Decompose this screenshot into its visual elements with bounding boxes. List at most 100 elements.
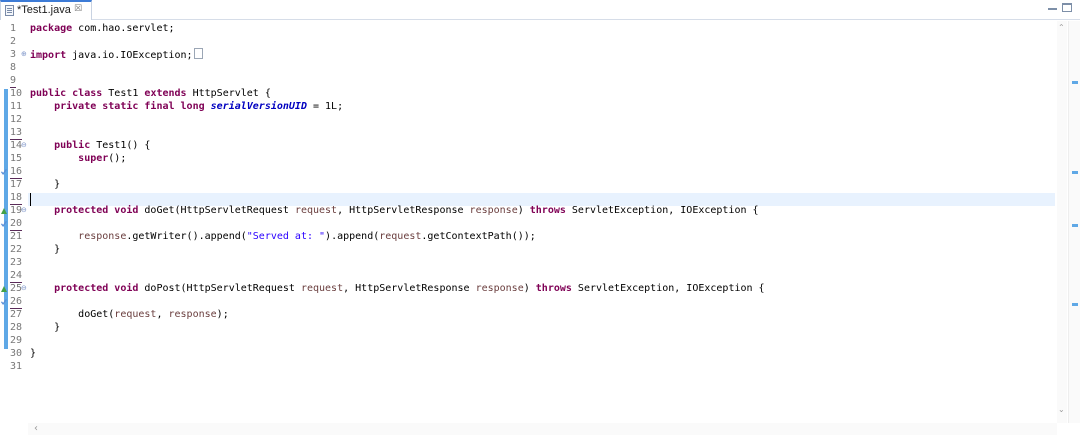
code-line: protected void doGet(HttpServletRequest … bbox=[30, 204, 759, 217]
code-line: import java.io.IOException; bbox=[30, 48, 203, 62]
overview-annotation[interactable] bbox=[1072, 303, 1078, 306]
keyword: private static final long bbox=[54, 101, 205, 112]
line-number: 17 bbox=[10, 179, 23, 190]
code-text: HttpServlet { bbox=[186, 88, 271, 99]
code-text: doPost(HttpServletRequest bbox=[138, 283, 301, 294]
code-line: protected void doPost(HttpServletRequest… bbox=[30, 282, 765, 295]
line-number: 2 bbox=[10, 36, 17, 47]
code-text: , bbox=[156, 309, 169, 320]
line-number: 16 bbox=[10, 166, 23, 179]
collapsed-imports-icon[interactable] bbox=[193, 48, 203, 59]
close-icon[interactable]: ☒ bbox=[74, 4, 82, 14]
code-line: } bbox=[30, 322, 61, 333]
scroll-left-icon[interactable]: ‹ bbox=[34, 423, 38, 434]
code-editor[interactable]: 1 2 3 ⊕ 8 9 10 11 12 13 14 ⊖ 15 16 17 18… bbox=[0, 21, 1067, 423]
line-number: 3 bbox=[10, 49, 17, 60]
minimize-button[interactable] bbox=[1047, 3, 1059, 13]
code-text: Test1 bbox=[102, 88, 145, 99]
line-number: 18 bbox=[10, 192, 23, 205]
keyword: package bbox=[30, 23, 73, 34]
code-line: doGet(request, response); bbox=[30, 308, 229, 321]
code-text: , HttpServletResponse bbox=[343, 283, 476, 294]
keyword: public bbox=[54, 140, 91, 151]
line-number: 8 bbox=[10, 62, 17, 73]
code-line: private static final long serialVersionU… bbox=[30, 100, 343, 113]
code-text: ) bbox=[523, 283, 536, 294]
fold-collapse-icon[interactable]: ⊖ bbox=[21, 206, 27, 214]
line-number: 15 bbox=[10, 153, 23, 164]
parameter: response bbox=[168, 309, 217, 320]
line-number: 24 bbox=[10, 270, 23, 283]
code-line: } bbox=[30, 348, 37, 359]
static-field: serialVersionUID bbox=[210, 101, 307, 112]
fold-collapse-icon[interactable]: ⊖ bbox=[21, 141, 27, 149]
parameter: request bbox=[379, 231, 422, 242]
editor-tab-bar: *Test1.java ☒ bbox=[0, 0, 1080, 20]
keyword: public bbox=[30, 88, 67, 99]
code-text: ).append( bbox=[325, 231, 380, 242]
overview-annotation[interactable] bbox=[1072, 224, 1078, 227]
code-line: public class Test1 extends HttpServlet { bbox=[30, 87, 271, 100]
overview-ruler[interactable] bbox=[1068, 21, 1080, 423]
code-line: } bbox=[30, 244, 61, 255]
code-text: ) bbox=[517, 205, 530, 216]
code-text: ServletException, IOException { bbox=[565, 205, 759, 216]
keyword: super bbox=[78, 153, 109, 164]
code-text: , HttpServletResponse bbox=[337, 205, 470, 216]
line-number-ruler[interactable]: 1 2 3 ⊕ 8 9 10 11 12 13 14 ⊖ 15 16 17 18… bbox=[0, 21, 28, 423]
tab-test1-java[interactable]: *Test1.java ☒ bbox=[0, 0, 92, 20]
parameter: request bbox=[294, 205, 338, 216]
line-number: 11 bbox=[10, 101, 23, 112]
horizontal-scrollbar[interactable]: ‹ bbox=[28, 423, 1057, 435]
line-number: 22 bbox=[10, 244, 23, 255]
line-number: 26 bbox=[10, 296, 23, 309]
parameter: response bbox=[469, 205, 518, 216]
code-line: public Test1() { bbox=[30, 139, 150, 152]
maximize-button[interactable] bbox=[1062, 3, 1072, 12]
code-text: .getWriter().append( bbox=[126, 231, 247, 242]
code-line: response.getWriter().append("Served at: … bbox=[30, 230, 536, 243]
line-number: 31 bbox=[10, 361, 23, 372]
code-text: doGet(HttpServletRequest bbox=[138, 205, 295, 216]
line-number: 20 bbox=[10, 218, 23, 231]
overview-annotation[interactable] bbox=[1072, 81, 1078, 84]
fold-expand-icon[interactable]: ⊕ bbox=[21, 50, 27, 58]
line-number: 13 bbox=[10, 127, 23, 140]
vertical-scrollbar[interactable]: ⌃ ⌄ bbox=[1057, 21, 1067, 423]
line-number: 29 bbox=[10, 335, 23, 346]
code-text: ServletException, IOException { bbox=[571, 283, 765, 294]
code-text: doGet( bbox=[78, 309, 115, 320]
keyword: throws bbox=[535, 283, 572, 294]
code-text: ); bbox=[216, 309, 229, 320]
tab-label: *Test1.java bbox=[17, 4, 71, 16]
code-text: java.io.IOException; bbox=[66, 50, 193, 61]
parameter: request bbox=[300, 283, 344, 294]
fold-collapse-icon[interactable]: ⊖ bbox=[21, 284, 27, 292]
line-number: 21 bbox=[10, 231, 23, 242]
code-text: (); bbox=[108, 153, 127, 164]
line-number: 1 bbox=[10, 23, 17, 34]
keyword: class bbox=[72, 88, 103, 99]
line-number: 23 bbox=[10, 257, 23, 268]
scroll-down-icon[interactable]: ⌄ bbox=[1058, 405, 1065, 414]
java-file-icon bbox=[5, 5, 14, 16]
line-number: 9 bbox=[10, 75, 17, 88]
string-literal: "Served at: " bbox=[246, 231, 326, 242]
quick-diff-change-bar bbox=[4, 89, 8, 349]
line-number: 30 bbox=[10, 348, 23, 359]
line-number: 12 bbox=[10, 114, 23, 125]
line-number: 27 bbox=[10, 309, 23, 320]
code-line: } bbox=[30, 179, 61, 190]
scroll-up-icon[interactable]: ⌃ bbox=[1058, 23, 1065, 32]
parameter: response bbox=[78, 231, 127, 242]
code-text: = 1L; bbox=[306, 101, 344, 112]
overview-annotation[interactable] bbox=[1072, 171, 1078, 174]
code-text: .getContextPath()); bbox=[421, 231, 536, 242]
line-number: 28 bbox=[10, 322, 23, 333]
